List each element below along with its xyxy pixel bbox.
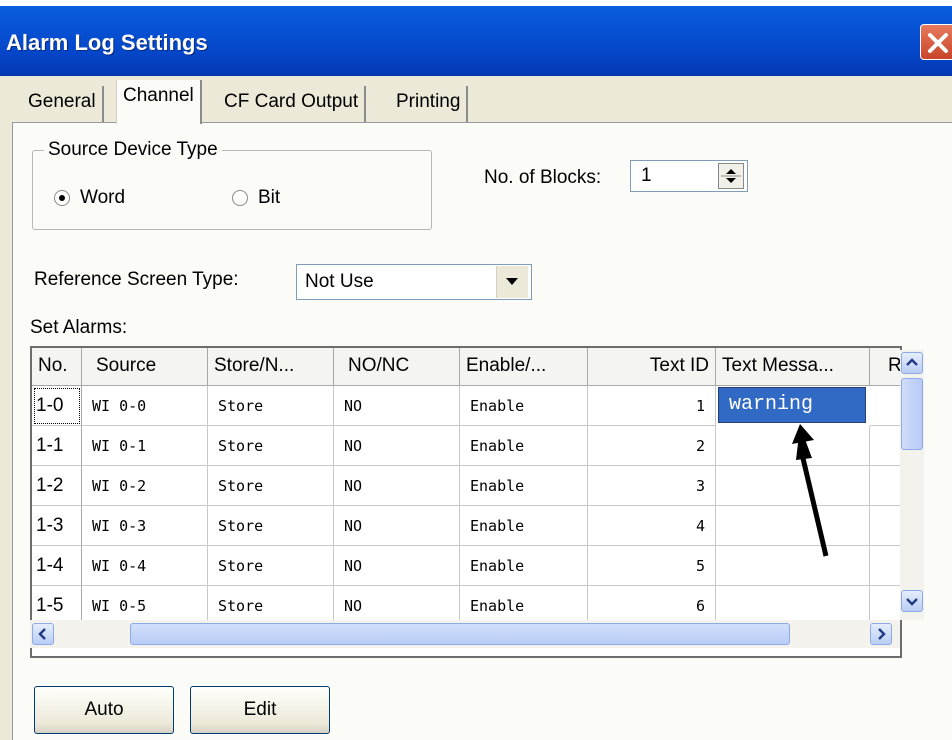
horizontal-scroll-thumb[interactable]	[130, 623, 790, 645]
cell-store[interactable]: Store	[208, 546, 334, 586]
reference-screen-type-label: Reference Screen Type:	[34, 269, 239, 290]
scroll-left-button[interactable]	[32, 623, 54, 645]
column-header-store[interactable]: Store/N...	[208, 348, 334, 386]
horizontal-scrollbar[interactable]	[30, 620, 900, 648]
cell-text-id[interactable]: 1	[588, 386, 716, 426]
spin-arrows-icon	[721, 169, 741, 183]
vertical-scroll-thumb[interactable]	[901, 378, 923, 450]
column-header-text-message[interactable]: Text Messa...	[716, 348, 870, 386]
cell-text-id[interactable]: 5	[588, 546, 716, 586]
cell-nonc[interactable]: NO	[334, 546, 460, 586]
edit-button[interactable]: Edit	[190, 686, 330, 734]
reference-screen-dropdown-button[interactable]	[496, 266, 528, 298]
close-icon	[928, 33, 948, 53]
cell-r[interactable]	[870, 426, 900, 466]
word-radio[interactable]	[54, 190, 70, 206]
cell-text-id[interactable]: 4	[588, 506, 716, 546]
cell-r[interactable]	[870, 546, 900, 586]
close-button[interactable]	[920, 24, 952, 60]
cell-store[interactable]: Store	[208, 386, 334, 426]
cell-r[interactable]	[870, 466, 900, 506]
cell-enable[interactable]: Enable	[460, 466, 588, 506]
tab-general[interactable]: General	[22, 86, 104, 122]
cell-r[interactable]	[870, 386, 900, 426]
no-of-blocks-spinner[interactable]	[718, 163, 744, 189]
row-number-cell[interactable]: 1-3	[32, 506, 82, 546]
bit-radio-label: Bit	[258, 187, 281, 208]
cell-enable[interactable]: Enable	[460, 386, 588, 426]
source-device-type-legend: Source Device Type	[44, 138, 222, 162]
annotation-arrow-icon	[792, 424, 829, 557]
tab-cf-card-output[interactable]: CF Card Output	[218, 86, 367, 122]
cell-store[interactable]: Store	[208, 466, 334, 506]
cell-enable[interactable]: Enable	[460, 426, 588, 466]
tab-printing[interactable]: Printing	[390, 86, 469, 122]
selected-text-message-cell[interactable]: warning	[718, 387, 866, 423]
bit-radio[interactable]	[232, 190, 248, 206]
cell-nonc[interactable]: NO	[334, 386, 460, 426]
window-title: Alarm Log Settings	[6, 30, 208, 55]
scroll-down-button[interactable]	[901, 590, 923, 612]
cell-source[interactable]: WI 0-0	[82, 386, 208, 426]
cell-source[interactable]: WI 0-1	[82, 426, 208, 466]
vertical-scrollbar[interactable]	[900, 350, 924, 620]
row-number-cell[interactable]: 1-0	[32, 386, 82, 426]
alarm-log-settings-window: Alarm Log Settings General Channel CF Ca…	[0, 0, 952, 740]
column-header-enable[interactable]: Enable/...	[460, 348, 588, 386]
cell-enable[interactable]: Enable	[460, 506, 588, 546]
column-header-source[interactable]: Source	[82, 348, 208, 386]
column-header-nonc[interactable]: NO/NC	[334, 348, 460, 386]
no-of-blocks-label: No. of Blocks:	[484, 167, 602, 188]
cell-text-id[interactable]: 3	[588, 466, 716, 506]
cell-text-id[interactable]: 2	[588, 426, 716, 466]
cell-enable[interactable]: Enable	[460, 546, 588, 586]
cell-nonc[interactable]: NO	[334, 466, 460, 506]
auto-button[interactable]: Auto	[34, 686, 174, 734]
scroll-up-button[interactable]	[901, 352, 923, 374]
row-number-cell[interactable]: 1-2	[32, 466, 82, 506]
row-number-cell[interactable]: 1-1	[32, 426, 82, 466]
word-radio-label: Word	[80, 187, 126, 208]
chevron-down-icon	[506, 278, 518, 285]
cell-r[interactable]	[870, 506, 900, 546]
column-header-r[interactable]: R	[870, 348, 900, 386]
cell-source[interactable]: WI 0-4	[82, 546, 208, 586]
row-number-cell[interactable]: 1-4	[32, 546, 82, 586]
tab-channel[interactable]: Channel	[116, 80, 202, 124]
column-header-text-id[interactable]: Text ID	[588, 348, 716, 386]
set-alarms-label: Set Alarms:	[30, 317, 128, 338]
cell-nonc[interactable]: NO	[334, 426, 460, 466]
scroll-right-button[interactable]	[870, 623, 892, 645]
cell-nonc[interactable]: NO	[334, 506, 460, 546]
chevron-left-icon	[38, 628, 46, 640]
chevron-down-icon	[906, 598, 918, 606]
cell-source[interactable]: WI 0-3	[82, 506, 208, 546]
cell-source[interactable]: WI 0-2	[82, 466, 208, 506]
column-header-no[interactable]: No.	[32, 348, 82, 386]
cell-store[interactable]: Store	[208, 426, 334, 466]
cell-store[interactable]: Store	[208, 506, 334, 546]
chevron-up-icon	[906, 358, 918, 366]
chevron-right-icon	[878, 628, 886, 640]
